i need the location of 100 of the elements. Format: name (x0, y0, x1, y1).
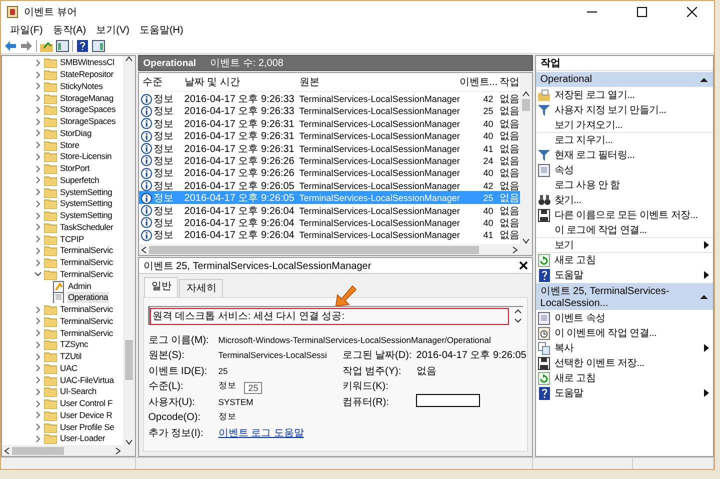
table-cell-text: 정보 (153, 105, 174, 118)
action-item[interactable]: 사용자 지정 보기 만들기... (536, 102, 713, 117)
action-item[interactable]: 로그 사용 안 함 (536, 177, 713, 192)
tree-item[interactable]: Admin (67, 280, 92, 292)
table-cell-text: 없음 (498, 105, 520, 118)
tree-item[interactable]: UI-Search (59, 386, 98, 398)
column-header[interactable]: 작업 (496, 75, 520, 89)
table-cell-text: 정보 (153, 118, 174, 131)
table-cell-text: 2016-04-17 오후 9:26:31 (183, 130, 296, 144)
table-row[interactable]: 정보 2016-04-17 오후 9:26:04 TerminalServices-LocalSessionManager 41 없음 (139, 228, 520, 241)
tree-item[interactable]: Superfetch (59, 174, 100, 186)
action-item[interactable]: 이벤트 속성 (536, 310, 713, 325)
action-item[interactable]: 로그 지우기... (536, 132, 713, 147)
column-header[interactable]: 이벤트... (458, 75, 496, 89)
column-header[interactable]: 날짜 및 시간 (181, 75, 296, 89)
menu-item[interactable]: 동작(A) (48, 23, 92, 37)
field-value: 없음 (416, 366, 436, 377)
tree-item[interactable]: TerminalServic (59, 268, 114, 280)
column-header[interactable]: 원본 (296, 75, 458, 89)
table-row[interactable]: 정보 2016-04-17 오후 9:26:33 TerminalServices-LocalSessionManager 42 없음 (139, 92, 520, 104)
tree-item[interactable]: StorageSpaces (59, 104, 117, 116)
table-row[interactable]: 정보 2016-04-17 오후 9:26:26 TerminalServices-LocalSessionManager 40 없음 (139, 166, 520, 179)
table-row[interactable]: 정보 2016-04-17 오후 9:26:26 TerminalServices-LocalSessionManager 24 없음 (139, 154, 520, 166)
tree-item[interactable]: StorPort (59, 163, 91, 174)
tree-item[interactable]: TerminalServic (59, 304, 114, 316)
table-cell-text: 없음 (498, 180, 520, 193)
tree-item[interactable]: TZUtil (59, 351, 82, 362)
tree-item[interactable]: TerminalServic (59, 328, 114, 339)
table-cell-text: 25 (482, 193, 494, 204)
table-row[interactable]: 정보 2016-04-17 오후 9:26:05 TerminalServices-LocalSessionManager 42 없음 (139, 178, 520, 192)
action-item[interactable]: 속성 (536, 162, 713, 177)
tree-item[interactable]: Operationa (67, 292, 110, 304)
menu-item[interactable]: 보기(V) (91, 23, 134, 37)
menu-item[interactable]: 파일(F) (5, 23, 48, 37)
action-item[interactable]: 보기 가져오기... (536, 117, 713, 132)
action-item[interactable]: 이 로그에 작업 연결... (536, 222, 713, 237)
tree-item[interactable]: SystemSetting (59, 210, 114, 222)
tree-item[interactable]: TZSync (59, 339, 90, 350)
action-item[interactable]: 다른 이름으로 모든 이벤트 저장... (536, 207, 713, 222)
table-row[interactable]: 정보 2016-04-17 오후 9:26:04 TerminalServices-LocalSessionManager 40 없음 (139, 204, 520, 216)
tree-item[interactable]: User-Loader (59, 433, 106, 444)
table-row[interactable]: 정보 2016-04-17 오후 9:26:31 TerminalServices-LocalSessionManager 40 없음 (139, 129, 520, 142)
tooltip: 25 (244, 382, 262, 394)
tree-item[interactable]: StorageManag (59, 92, 114, 104)
table-row[interactable]: 정보 2016-04-17 오후 9:26:31 TerminalServices-LocalSessionManager 40 없음 (139, 116, 520, 130)
action-item[interactable]: 저장된 로그 열기... (536, 87, 713, 102)
section-header[interactable]: 이벤트 25, TerminalServices-LocalSession... (536, 282, 713, 310)
action-item[interactable]: 도움말 (536, 267, 713, 282)
tree-item[interactable]: User Profile Se (59, 422, 116, 433)
menu-item[interactable]: 도움말(H) (134, 23, 188, 37)
tree-item[interactable]: SystemSetting (59, 198, 114, 210)
tab[interactable]: 자세히 (179, 279, 224, 297)
table-cell-text: 40 (482, 131, 494, 142)
tree-item[interactable]: TerminalServic (59, 245, 114, 256)
tree-item[interactable]: UAC-FileVirtua (59, 374, 115, 386)
action-item[interactable]: 이 이벤트에 작업 연결... (536, 325, 713, 340)
action-item[interactable]: 현재 로그 필터링... (536, 147, 713, 162)
tree-item[interactable]: Store (59, 140, 80, 151)
tree-item[interactable]: Store-Licensin (59, 151, 113, 162)
action-item[interactable]: 도움말 (536, 385, 713, 400)
table-cell-text: 25 (482, 106, 494, 116)
table-cell-text: 없음 (498, 167, 520, 180)
action-item[interactable]: 찾기... (536, 192, 713, 207)
table-row[interactable]: 정보 2016-04-17 오후 9:26:33 TerminalServices-LocalSessionManager 25 없음 (139, 104, 520, 117)
action-item[interactable]: 선택한 이벤트 저장... (536, 355, 713, 370)
tree-item[interactable]: StateRepositor (59, 69, 114, 80)
table-cell-text: 없음 (498, 229, 520, 242)
action-item[interactable]: 새로 고침 (536, 252, 713, 267)
table-cell-text: 정보 (153, 93, 174, 106)
tree-item[interactable]: User Device R (59, 410, 114, 421)
field-value: Microsoft-Windows-TerminalServices-LocalSessionManager/Operational (218, 334, 491, 345)
table-cell-text: 2016-04-17 오후 9:26:33 (183, 105, 296, 118)
table-row[interactable]: 정보 2016-04-17 오후 9:26:04 TerminalServices-LocalSessionManager 40 없음 (139, 216, 520, 228)
tree-item[interactable]: UAC (59, 362, 78, 374)
action-item[interactable]: 보기 (536, 237, 713, 252)
tree-item[interactable]: TaskScheduler (59, 222, 114, 233)
table-cell-text: TerminalServices-LocalSessionManager (298, 156, 458, 166)
action-item[interactable]: 복사 (536, 340, 713, 355)
table-cell-text: 없음 (498, 142, 520, 156)
tree-item[interactable]: StorDiag (59, 128, 92, 139)
table-cell-text: 정보 (153, 142, 174, 156)
help-link[interactable]: 이벤트 로그 도움말 (218, 426, 304, 440)
table-cell-text: TerminalServices-LocalSessionManager (298, 106, 458, 116)
tree-item[interactable]: User Control F (59, 398, 114, 410)
column-header[interactable]: 수준 (139, 75, 182, 89)
table-cell-text: TerminalServices-LocalSessionManager (298, 131, 458, 142)
tab[interactable]: 일반 (144, 277, 178, 297)
tree-item[interactable]: SystemSetting (59, 186, 114, 198)
tree-item[interactable]: TCPIP (59, 234, 86, 245)
field-value: TerminalServices-LocalSessi (218, 350, 327, 360)
table-row[interactable]: 정보 2016-04-17 오후 9:26:31 TerminalServices-LocalSessionManager 41 없음 (139, 142, 520, 154)
tree-item[interactable]: StorageSpaces (59, 116, 117, 128)
table-cell-text: 2016-04-17 오후 9:26:05 (183, 180, 296, 193)
tree-item[interactable]: SMBWitnessCl (59, 57, 116, 68)
tree-item[interactable]: TerminalServic (59, 257, 114, 268)
tree-item[interactable]: TerminalServic (59, 316, 114, 327)
table-cell-text: TerminalServices-LocalSessionManager (298, 206, 458, 216)
tree-item[interactable]: StickyNotes (59, 80, 104, 92)
section-header[interactable]: Operational (536, 71, 713, 87)
action-item[interactable]: 새로 고침 (536, 370, 713, 385)
